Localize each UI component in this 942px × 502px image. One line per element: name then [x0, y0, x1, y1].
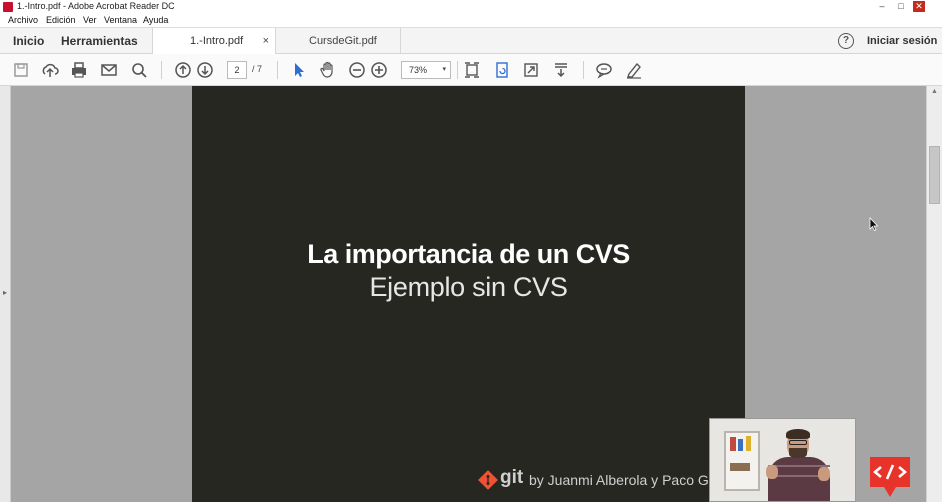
tab-bar: Inicio Herramientas 1.-Intro.pdf × Cursd…	[0, 28, 942, 54]
fit-page-icon[interactable]	[462, 60, 482, 80]
scrollbar-thumb[interactable]	[929, 146, 940, 204]
book	[730, 463, 750, 471]
save-icon[interactable]	[11, 60, 31, 80]
zoom-out-icon[interactable]	[347, 60, 367, 80]
page-total: / 7	[252, 64, 263, 74]
presenter-beard	[789, 448, 807, 458]
presenter-hair	[786, 429, 810, 439]
menu-ayuda[interactable]: Ayuda	[143, 15, 168, 25]
scroll-up-icon[interactable]: ▲	[931, 88, 938, 95]
acrobat-app-icon	[3, 2, 13, 12]
mail-icon[interactable]	[99, 60, 119, 80]
select-pointer-icon[interactable]	[289, 60, 309, 80]
code-brand-badge-icon	[870, 457, 910, 497]
menu-archivo[interactable]: Archivo	[8, 15, 38, 25]
menu-bar: Archivo Edición Ver Ventana Ayuda	[0, 14, 942, 28]
scroll-mode-icon[interactable]	[551, 60, 571, 80]
presenter-hand	[818, 467, 830, 481]
zoom-in-icon[interactable]	[369, 60, 389, 80]
slide-title: La importancia de un CVS	[307, 239, 630, 269]
presenter-hand	[766, 465, 778, 479]
toolbar-divider	[457, 61, 458, 79]
tab-herramientas[interactable]: Herramientas	[61, 34, 138, 48]
tab-document-cursdegit[interactable]: CursdeGit.pdf	[277, 28, 401, 54]
signin-link[interactable]: Iniciar sesión	[867, 35, 937, 47]
slide-subtitle: Ejemplo sin CVS	[369, 272, 568, 302]
print-icon[interactable]	[69, 60, 89, 80]
tab-document-intro[interactable]: 1.-Intro.pdf ×	[152, 28, 276, 54]
menu-ver[interactable]: Ver	[83, 15, 97, 25]
tab-document-label: 1.-Intro.pdf	[190, 35, 244, 47]
window-title: 1.-Intro.pdf - Adobe Acrobat Reader DC	[17, 1, 175, 11]
upload-cloud-icon[interactable]	[40, 60, 60, 80]
tab-close-icon[interactable]: ×	[263, 28, 269, 54]
mouse-cursor-icon	[869, 217, 879, 231]
zoom-value: 73%	[409, 65, 428, 75]
maximize-button[interactable]: □	[895, 1, 907, 12]
book	[730, 437, 736, 451]
rotate-page-icon[interactable]	[492, 60, 512, 80]
toolbar-divider	[161, 61, 162, 79]
tab-document-label: CursdeGit.pdf	[309, 35, 377, 47]
search-icon[interactable]	[129, 60, 149, 80]
full-screen-icon[interactable]	[521, 60, 541, 80]
comment-icon[interactable]	[594, 60, 614, 80]
minimize-button[interactable]: –	[876, 1, 888, 12]
menu-edicion[interactable]: Edición	[46, 15, 76, 25]
highlight-pen-icon[interactable]	[624, 60, 644, 80]
toolbar-divider	[277, 61, 278, 79]
presenter-glasses	[789, 440, 807, 445]
left-panel-toggle[interactable]: ▸	[0, 86, 11, 502]
vertical-scrollbar[interactable]: ▲	[926, 86, 942, 502]
page-up-icon[interactable]	[173, 60, 193, 80]
chevron-down-icon: ▾	[442, 66, 446, 73]
title-bar: 1.-Intro.pdf - Adobe Acrobat Reader DC –…	[0, 0, 942, 14]
book	[738, 439, 743, 451]
webcam-overlay	[709, 418, 856, 502]
menu-ventana[interactable]: Ventana	[104, 15, 137, 25]
pdf-page: La importancia de un CVS Ejemplo sin CVS…	[192, 86, 745, 502]
git-logo-icon	[478, 470, 498, 490]
hand-icon[interactable]	[318, 60, 338, 80]
page-down-icon[interactable]	[195, 60, 215, 80]
toolbar: 2 / 7 73% ▾	[0, 54, 942, 86]
help-icon[interactable]: ?	[838, 33, 854, 49]
page-number-input[interactable]: 2	[227, 61, 247, 79]
close-button[interactable]: ✕	[913, 1, 925, 12]
slide-author: by Juanmi Alberola y Paco Gó	[529, 472, 717, 488]
git-wordmark: git	[500, 467, 524, 488]
toolbar-divider	[583, 61, 584, 79]
tab-inicio[interactable]: Inicio	[13, 34, 44, 48]
acrobat-window: 1.-Intro.pdf - Adobe Acrobat Reader DC –…	[0, 0, 942, 502]
expand-arrow-icon[interactable]: ▸	[3, 288, 7, 297]
zoom-level-select[interactable]: 73% ▾	[401, 61, 451, 79]
book	[746, 436, 751, 451]
